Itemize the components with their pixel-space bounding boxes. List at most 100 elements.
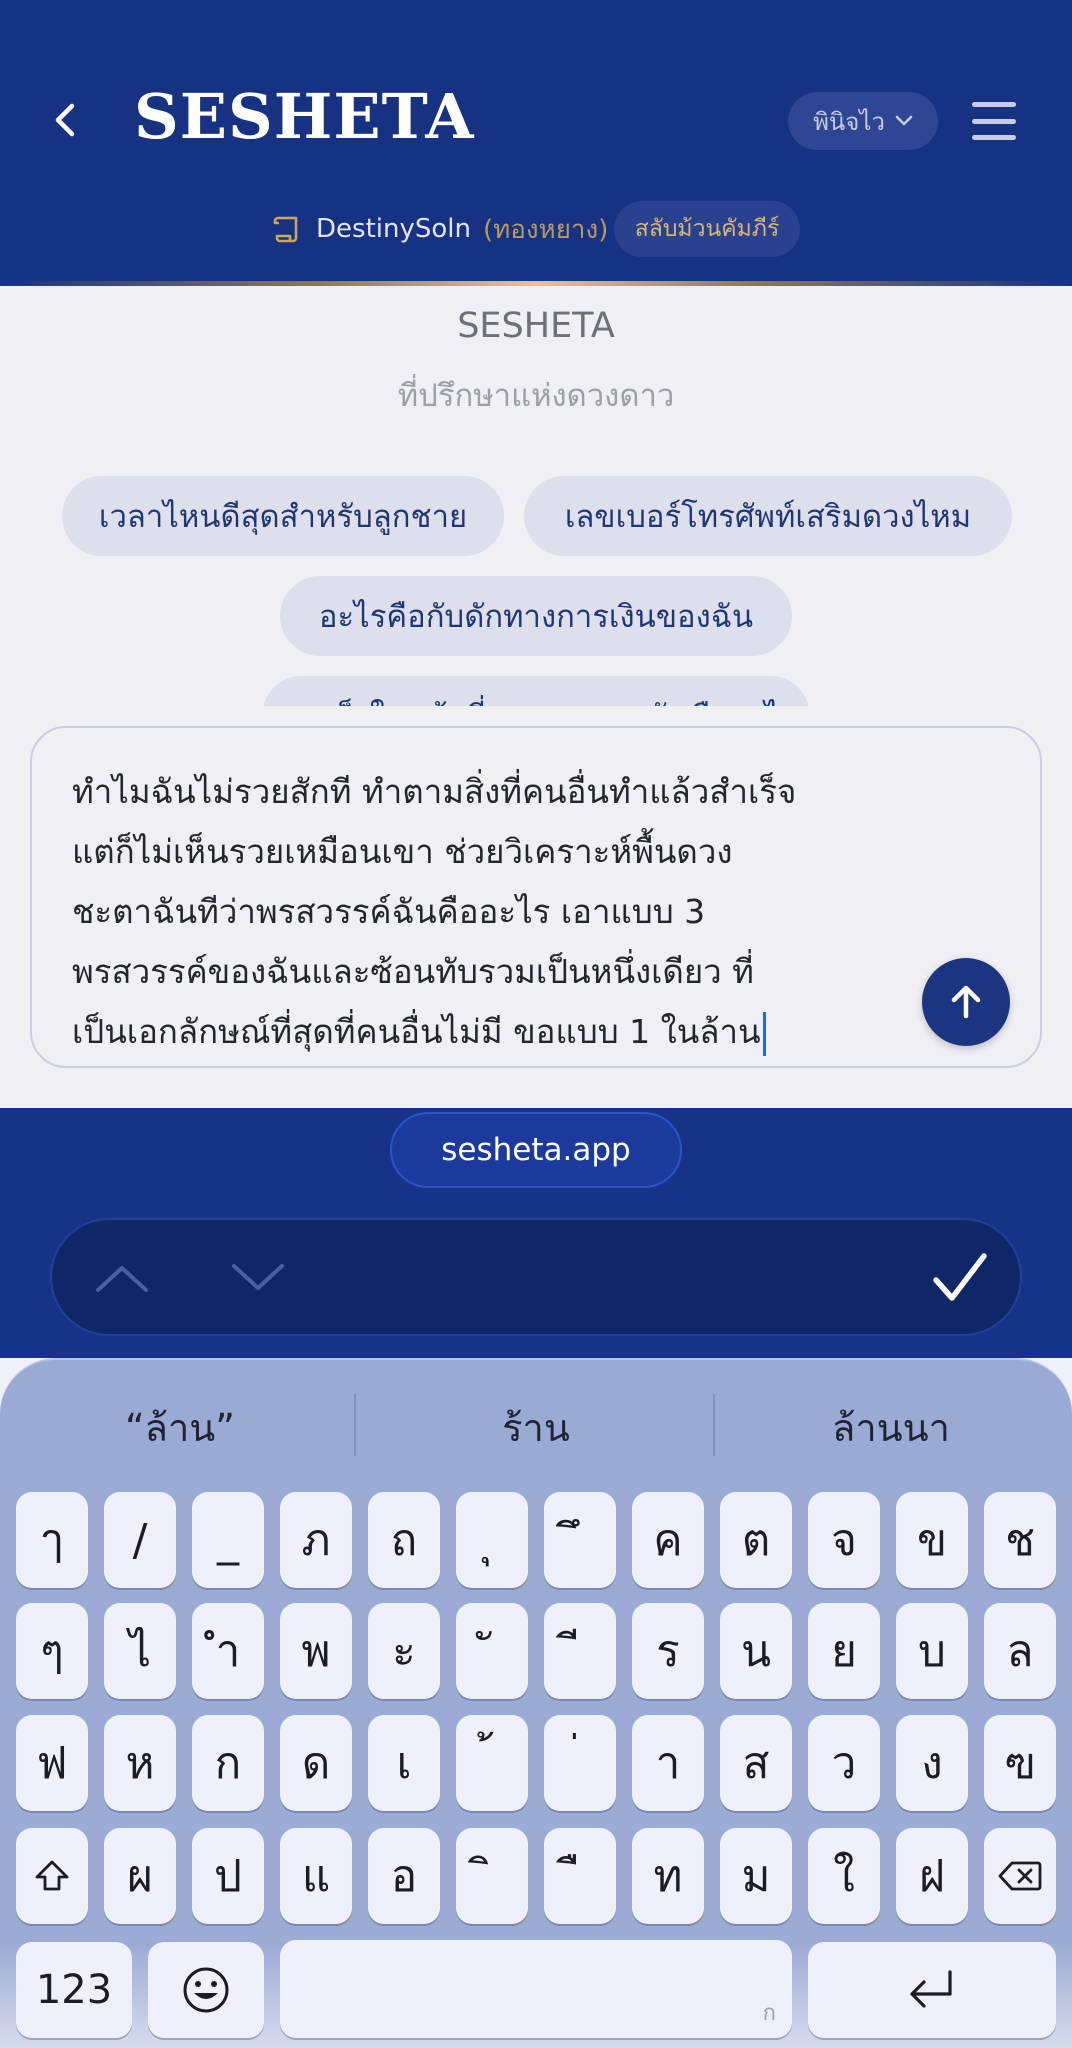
return-icon bbox=[910, 1970, 952, 2008]
keyboard-key[interactable]: ฟ bbox=[16, 1715, 88, 1811]
keyboard-key[interactable]: อ bbox=[368, 1828, 440, 1924]
keyboard-key[interactable]: / bbox=[104, 1492, 176, 1588]
text-caret bbox=[762, 1011, 766, 1056]
keyboard-key[interactable]: บ bbox=[896, 1603, 968, 1699]
keyboard-key[interactable]: ล bbox=[984, 1603, 1056, 1699]
swap-scroll-button[interactable]: สลับม้วนคัมภีร์ bbox=[614, 201, 800, 257]
keyboard-key[interactable]: ส bbox=[720, 1715, 792, 1811]
shift-icon bbox=[35, 1860, 69, 1891]
keyboard-key[interactable]: ม bbox=[720, 1828, 792, 1924]
message-line: เป็นเอกลักษณ์ที่สุดที่คนอื่นไม่มี ขอแบบ … bbox=[72, 1012, 761, 1051]
keyboard-key[interactable]: ั bbox=[456, 1603, 528, 1699]
url-bar[interactable]: sesheta.app bbox=[390, 1112, 682, 1188]
keyboard-key[interactable]: ุ bbox=[456, 1492, 528, 1588]
keyboard-key[interactable]: ิ bbox=[456, 1828, 528, 1924]
account-tier: (ทองหยาง) bbox=[482, 214, 609, 245]
keyboard-key[interactable]: _ bbox=[192, 1492, 264, 1588]
keyboard-key[interactable]: ง bbox=[896, 1715, 968, 1811]
keyboard-key[interactable]: ป bbox=[192, 1828, 264, 1924]
keyboard-key[interactable]: ค bbox=[632, 1492, 704, 1588]
keyboard-key[interactable]: ถ bbox=[368, 1492, 440, 1588]
keyboard-key[interactable]: ะ bbox=[368, 1603, 440, 1699]
suggestion-chip[interactable]: จุดแข็งในหน้าที่การงานของฉันคืออะไร bbox=[262, 676, 810, 706]
emoji-key[interactable] bbox=[148, 1942, 264, 2038]
done-button[interactable] bbox=[922, 1240, 998, 1316]
keyboard-key[interactable]: ๅ bbox=[16, 1492, 88, 1588]
app-header: SESHETA พินิจไว DestinySoln (ทองหยาง) สล… bbox=[0, 0, 1072, 286]
message-line: ชะตาฉันทีว่าพรสวรรค์ฉันคืออะไร เอาแบบ 3 bbox=[72, 892, 706, 931]
suggestion-chip[interactable]: เวลาไหนดีสุดสำหรับลูกชาย bbox=[62, 476, 504, 556]
chat-title: SESHETA bbox=[457, 306, 615, 346]
keyboard-key[interactable]: า bbox=[632, 1715, 704, 1811]
menu-line bbox=[972, 135, 1016, 140]
keyboard-key[interactable]: ว bbox=[808, 1715, 880, 1811]
keyboard-key[interactable]: ผ bbox=[104, 1828, 176, 1924]
keyboard-key[interactable]: ำ bbox=[192, 1603, 264, 1699]
keyboard-key[interactable]: ี bbox=[544, 1603, 616, 1699]
return-key[interactable] bbox=[808, 1942, 1056, 2038]
space-key[interactable]: ก bbox=[280, 1940, 792, 2038]
message-input[interactable]: ทำไมฉันไม่รวยสักที ทำตามสิ่งที่คนอื่นทำแ… bbox=[30, 726, 1042, 1068]
menu-line bbox=[972, 102, 1016, 107]
backspace-key[interactable] bbox=[984, 1828, 1056, 1924]
keyboard-key[interactable]: ต bbox=[720, 1492, 792, 1588]
chevron-down-icon bbox=[232, 1264, 284, 1290]
keyboard-key[interactable]: ภ bbox=[280, 1492, 352, 1588]
suggestion-chip[interactable]: เลขเบอร์โทรศัพท์เสริมดวงไหม bbox=[524, 476, 1012, 556]
keyboard-key[interactable]: ด bbox=[280, 1715, 352, 1811]
keyboard-key[interactable]: ฝ bbox=[896, 1828, 968, 1924]
keyboard-key[interactable]: ึ bbox=[544, 1492, 616, 1588]
keyboard-key[interactable]: ใ bbox=[808, 1828, 880, 1924]
message-input-text[interactable]: ทำไมฉันไม่รวยสักที ทำตามสิ่งที่คนอื่นทำแ… bbox=[72, 762, 932, 1062]
previous-field-button[interactable] bbox=[82, 1248, 162, 1308]
chevron-down-icon bbox=[895, 115, 913, 126]
space-key-hint: ก bbox=[762, 2001, 776, 2026]
keyboard-suggestion[interactable]: ล้านนา bbox=[730, 1392, 1052, 1462]
suggestion-chip[interactable]: อะไรคือกับดักทางการเงินของฉัน bbox=[280, 576, 792, 656]
shift-key[interactable] bbox=[16, 1828, 88, 1924]
next-field-button[interactable] bbox=[218, 1248, 298, 1308]
keyboard-key[interactable]: ๆ bbox=[16, 1603, 88, 1699]
arrow-up-icon bbox=[951, 985, 981, 1019]
keyboard-key[interactable]: เ bbox=[368, 1715, 440, 1811]
keyboard-panel: “ล้าน” ร้าน ล้านนา ๅ/_ภถุึคตจขช ๆไำพะัีร… bbox=[0, 1358, 1072, 2048]
suggestion-overflow: จุดแข็งในหน้าที่การงานของฉันคืออะไร bbox=[0, 660, 1072, 706]
keyboard-key[interactable]: ก bbox=[192, 1715, 264, 1811]
suggestion-divider bbox=[713, 1394, 715, 1456]
keyboard-key[interactable]: ช bbox=[984, 1492, 1056, 1588]
chat-subtitle: ที่ปรึกษาแห่งดวงดาว bbox=[397, 378, 675, 414]
keyboard-key[interactable]: ไ bbox=[104, 1603, 176, 1699]
checkmark-icon bbox=[933, 1253, 987, 1301]
keyboard-key[interactable]: แ bbox=[280, 1828, 352, 1924]
keyboard-key[interactable]: ร bbox=[632, 1603, 704, 1699]
back-button[interactable] bbox=[40, 88, 90, 152]
menu-line bbox=[972, 118, 1016, 124]
keyboard-key[interactable]: จ bbox=[808, 1492, 880, 1588]
message-line: ทำไมฉันไม่รวยสักที ทำตามสิ่งที่คนอื่นทำแ… bbox=[72, 772, 797, 811]
hamburger-menu-button[interactable] bbox=[968, 96, 1020, 146]
keyboard-key[interactable]: น bbox=[720, 1603, 792, 1699]
language-label: พินิจไว bbox=[813, 107, 885, 136]
keyboard-suggestion[interactable]: ร้าน bbox=[370, 1392, 702, 1462]
keyboard-key[interactable]: ย bbox=[808, 1603, 880, 1699]
keyboard-key[interactable]: ่ bbox=[544, 1715, 616, 1811]
browser-toolbar: sesheta.app bbox=[0, 1108, 1072, 1358]
keyboard-key[interactable]: ้ bbox=[456, 1715, 528, 1811]
chevron-left-icon bbox=[55, 103, 75, 137]
message-line: แต่ก็ไม่เห็นรวยเหมือนเขา ช่วยวิเคราะห์พื… bbox=[72, 832, 733, 871]
keyboard-key[interactable]: ห bbox=[104, 1715, 176, 1811]
keyboard-key[interactable]: ื bbox=[544, 1828, 616, 1924]
header-gold-divider bbox=[0, 281, 1072, 286]
keyboard-suggestion[interactable]: “ล้าน” bbox=[20, 1392, 340, 1462]
keyboard-key[interactable]: ข bbox=[896, 1492, 968, 1588]
brand-logo: SESHETA bbox=[134, 80, 475, 153]
form-navigation-bar bbox=[50, 1218, 1022, 1336]
send-button[interactable] bbox=[922, 958, 1010, 1046]
keyboard-key[interactable]: ฃ bbox=[984, 1715, 1056, 1811]
message-line-last: เป็นเอกลักษณ์ที่สุดที่คนอื่นไม่มี ขอแบบ … bbox=[72, 1002, 932, 1062]
keyboard-key[interactable]: พ bbox=[280, 1603, 352, 1699]
scroll-icon bbox=[273, 216, 298, 243]
keyboard-key[interactable]: ท bbox=[632, 1828, 704, 1924]
numbers-key[interactable]: 123 bbox=[16, 1942, 132, 2038]
language-selector[interactable]: พินิจไว bbox=[788, 92, 938, 150]
